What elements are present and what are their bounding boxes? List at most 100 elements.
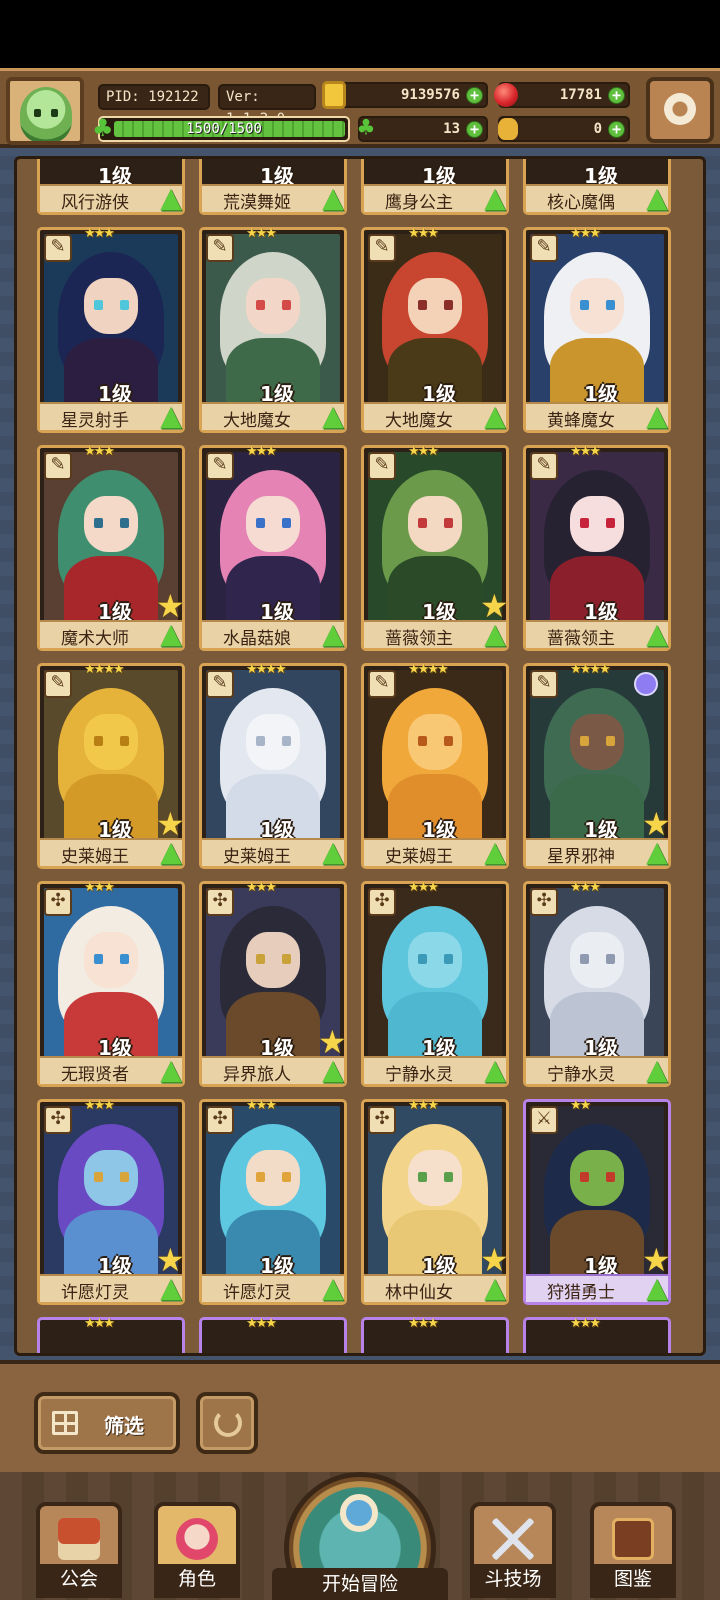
character-card[interactable]: ✎ ★★★ 1级 黄蜂魔女 ▲: [523, 226, 674, 434]
upgrade-arrow-icon[interactable]: ▲: [316, 182, 350, 216]
portrait-eye: [94, 300, 103, 310]
compass-icon: ✣: [206, 888, 234, 916]
portrait-eye: [444, 1172, 453, 1182]
gold-coin-icon: [322, 81, 346, 109]
card-name: 史莱姆王: [385, 847, 453, 867]
character-card[interactable]: ✣ ★★★ 1级 ★ 异界旅人 ▲: [199, 880, 350, 1088]
nav-character-button[interactable]: 角色: [154, 1502, 240, 1598]
add-gold-button[interactable]: +: [466, 87, 483, 104]
portrait-eye: [282, 736, 291, 746]
character-card[interactable]: ✎ ★★★★ 1级 ★ 星界邪神 ▲: [523, 662, 674, 870]
nav-codex-button[interactable]: 图鉴: [590, 1502, 676, 1598]
upgrade-arrow-icon[interactable]: ▲: [478, 1054, 512, 1088]
nav-arena-button[interactable]: 斗技场: [470, 1502, 556, 1598]
upgrade-arrow-icon[interactable]: ▲: [154, 836, 188, 870]
upgrade-arrow-icon[interactable]: ▲: [154, 618, 188, 652]
character-card[interactable]: ✎ ★★★★ 1级 史莱姆王 ▲: [361, 662, 512, 870]
character-card[interactable]: ✎ ★★★ 1级 星灵射手 ▲: [37, 226, 188, 434]
rarity-stars: ★★★: [408, 226, 439, 241]
upgrade-arrow-icon[interactable]: ▲: [316, 1054, 350, 1088]
character-card[interactable]: 1级 核心魔偶 ▲: [523, 159, 674, 216]
character-card[interactable]: 1级 风行游侠 ▲: [37, 159, 188, 216]
xp-bar: ♣ 1500/1500: [92, 115, 350, 142]
rarity-stars: ★★★: [246, 1316, 277, 1331]
nav-guild-button[interactable]: 公会: [36, 1502, 122, 1598]
sack-icon: [498, 118, 518, 140]
rarity-stars: ★★★: [408, 444, 439, 459]
rarity-stars: ★★★: [246, 880, 277, 895]
card-name: 水晶菇娘: [223, 629, 291, 649]
character-card[interactable]: ✎ ★★★ 1级 水晶菇娘 ▲: [199, 444, 350, 652]
upgrade-arrow-icon[interactable]: ▲: [640, 400, 674, 434]
character-list-panel[interactable]: 1级 风行游侠 ▲ 1级 荒漠舞姬 ▲ 1级 鹰身公主 ▲ 1级 核心魔偶 ▲ ✎ ★★★ 1级 星灵射手 ▲ ✎…: [14, 156, 706, 1356]
card-name: 许愿灯灵: [223, 1283, 291, 1303]
character-card[interactable]: 1级 荒漠舞姬 ▲: [199, 159, 350, 216]
portrait-eye: [94, 1172, 103, 1182]
portrait-eye: [256, 736, 265, 746]
character-card[interactable]: ★★★: [37, 1316, 185, 1353]
card-name: 大地魔女: [385, 411, 453, 431]
rarity-stars: ★★★: [84, 226, 115, 241]
upgrade-arrow-icon[interactable]: ▲: [316, 400, 350, 434]
card-name: 核心魔偶: [547, 193, 615, 213]
upgrade-arrow-icon[interactable]: ▲: [640, 618, 674, 652]
add-clover-button[interactable]: +: [466, 121, 483, 138]
character-card[interactable]: ★★★: [523, 1316, 671, 1353]
add-gems-button[interactable]: +: [608, 87, 625, 104]
character-card[interactable]: ✎ ★★★★ 1级 史莱姆王 ▲: [199, 662, 350, 870]
upgrade-arrow-icon[interactable]: ▲: [316, 1272, 350, 1306]
filter-button[interactable]: 筛选: [34, 1392, 180, 1454]
portrait-eye: [580, 518, 589, 528]
character-card[interactable]: ✣ ★★★ 1级 宁静水灵 ▲: [361, 880, 512, 1088]
card-name: 魔术大师: [61, 629, 129, 649]
avatar-portrait: [20, 87, 72, 141]
character-card[interactable]: ✎ ★★★ 1级 蔷薇领主 ▲: [523, 444, 674, 652]
upgrade-arrow-icon[interactable]: ▲: [154, 182, 188, 216]
character-card[interactable]: ⚔ ★★ 1级 ★ 狩猎勇士 ▲: [523, 1098, 674, 1306]
portrait-eye: [282, 1172, 291, 1182]
upgrade-arrow-icon[interactable]: ▲: [640, 1054, 674, 1088]
upgrade-arrow-icon[interactable]: ▲: [478, 182, 512, 216]
item-counter: 0 +: [498, 116, 630, 142]
upgrade-arrow-icon[interactable]: ▲: [478, 836, 512, 870]
upgrade-arrow-icon[interactable]: ▲: [640, 836, 674, 870]
compass-icon: ✣: [206, 1106, 234, 1134]
character-card[interactable]: ✣ ★★★ 1级 ★ 林中仙女 ▲: [361, 1098, 512, 1306]
portrait-eye: [418, 518, 427, 528]
settings-button[interactable]: [646, 77, 714, 143]
upgrade-arrow-icon[interactable]: ▲: [316, 618, 350, 652]
portrait-eye: [256, 1172, 265, 1182]
player-avatar[interactable]: [6, 77, 84, 145]
upgrade-arrow-icon[interactable]: ▲: [154, 400, 188, 434]
card-name: 史莱姆王: [223, 847, 291, 867]
upgrade-arrow-icon[interactable]: ▲: [640, 182, 674, 216]
portrait-eye: [94, 736, 103, 746]
upgrade-arrow-icon[interactable]: ▲: [478, 400, 512, 434]
upgrade-arrow-icon[interactable]: ▲: [316, 836, 350, 870]
character-card[interactable]: ✣ ★★★ 1级 宁静水灵 ▲: [523, 880, 674, 1088]
character-card[interactable]: ✎ ★★★ 1级 大地魔女 ▲: [199, 226, 350, 434]
character-card[interactable]: ✣ ★★★ 1级 ★ 许愿灯灵 ▲: [37, 1098, 188, 1306]
card-name: 宁静水灵: [385, 1065, 453, 1085]
rarity-stars: ★★★: [408, 1316, 439, 1331]
character-card[interactable]: ★★★: [199, 1316, 347, 1353]
character-card[interactable]: ★★★: [361, 1316, 509, 1353]
character-card[interactable]: ✎ ★★★ 1级 ★ 蔷薇领主 ▲: [361, 444, 512, 652]
reset-filter-button[interactable]: [196, 1392, 258, 1454]
upgrade-arrow-icon[interactable]: ▲: [640, 1272, 674, 1306]
start-adventure-button[interactable]: 开始冒险: [272, 1472, 448, 1600]
character-card[interactable]: ✎ ★★★ 1级 大地魔女 ▲: [361, 226, 512, 434]
upgrade-arrow-icon[interactable]: ▲: [478, 1272, 512, 1306]
character-card[interactable]: ✣ ★★★ 1级 无瑕贤者 ▲: [37, 880, 188, 1088]
upgrade-arrow-icon[interactable]: ▲: [154, 1272, 188, 1306]
add-item-button[interactable]: +: [608, 121, 625, 138]
upgrade-arrow-icon[interactable]: ▲: [154, 1054, 188, 1088]
character-card[interactable]: 1级 鹰身公主 ▲: [361, 159, 512, 216]
character-card[interactable]: ✎ ★★★★ 1级 ★ 史莱姆王 ▲: [37, 662, 188, 870]
compass-icon: ✣: [368, 1106, 396, 1134]
character-card[interactable]: ✎ ★★★ 1级 ★ 魔术大师 ▲: [37, 444, 188, 652]
nav-arena-label: 斗技场: [470, 1564, 556, 1594]
upgrade-arrow-icon[interactable]: ▲: [478, 618, 512, 652]
portrait-face: [84, 278, 138, 334]
character-card[interactable]: ✣ ★★★ 1级 许愿灯灵 ▲: [199, 1098, 350, 1306]
